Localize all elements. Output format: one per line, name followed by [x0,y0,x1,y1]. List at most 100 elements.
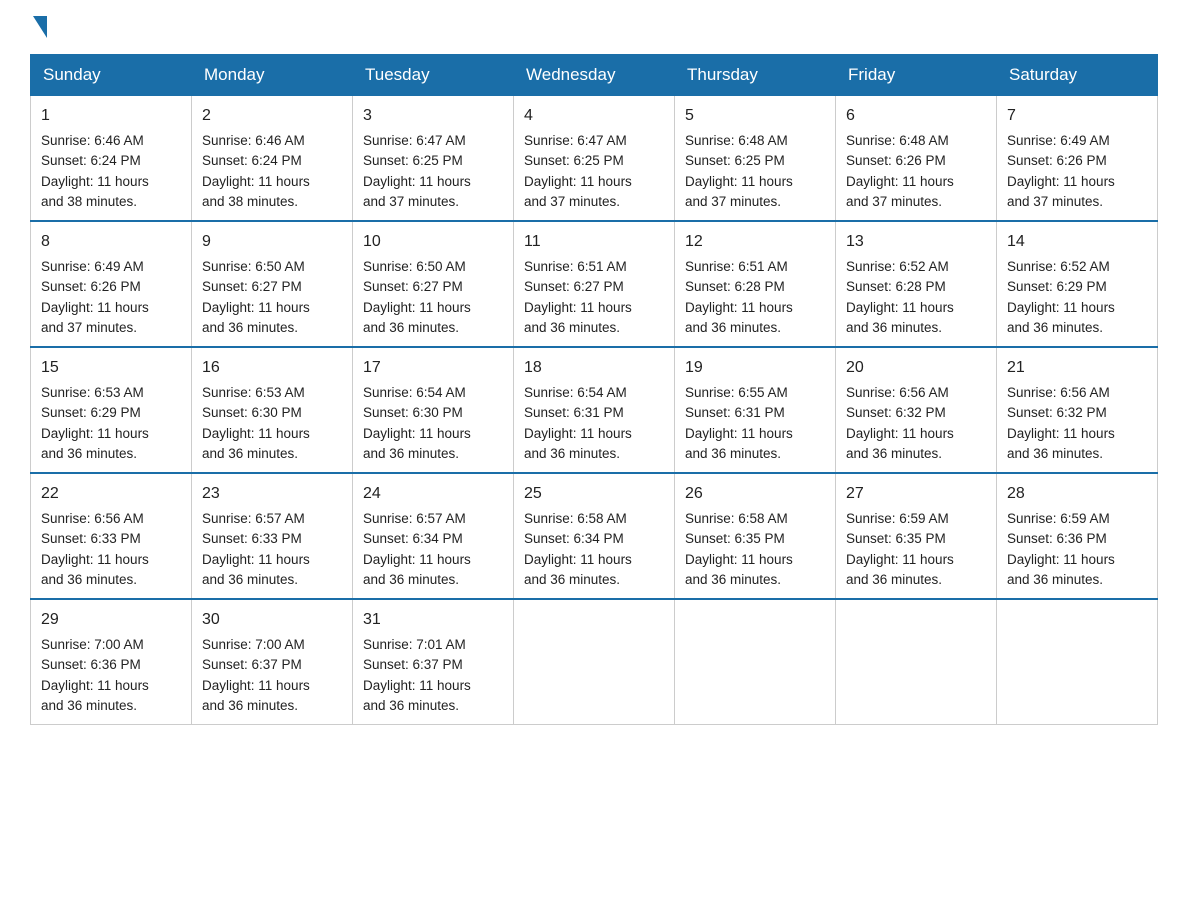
daylight-label: Daylight: 11 hours [202,426,310,441]
daylight-continuation: and 36 minutes. [41,446,137,461]
page-header [30,20,1158,34]
calendar-cell: 26 Sunrise: 6:58 AM Sunset: 6:35 PM Dayl… [675,473,836,599]
calendar-cell: 24 Sunrise: 6:57 AM Sunset: 6:34 PM Dayl… [353,473,514,599]
sunset-label: Sunset: 6:27 PM [202,279,302,294]
sunset-label: Sunset: 6:32 PM [1007,405,1107,420]
daylight-continuation: and 36 minutes. [202,572,298,587]
day-number: 14 [1007,230,1147,254]
sunset-label: Sunset: 6:25 PM [363,153,463,168]
daylight-label: Daylight: 11 hours [524,552,632,567]
daylight-continuation: and 37 minutes. [41,320,137,335]
sunrise-label: Sunrise: 6:53 AM [202,385,305,400]
sunset-label: Sunset: 6:27 PM [524,279,624,294]
daylight-label: Daylight: 11 hours [846,426,954,441]
daylight-continuation: and 36 minutes. [202,446,298,461]
sunset-label: Sunset: 6:26 PM [846,153,946,168]
sunrise-label: Sunrise: 6:50 AM [363,259,466,274]
daylight-label: Daylight: 11 hours [41,426,149,441]
day-number: 12 [685,230,825,254]
sunrise-label: Sunrise: 7:01 AM [363,637,466,652]
logo-triangle-icon [33,16,47,38]
daylight-continuation: and 36 minutes. [202,320,298,335]
day-number: 16 [202,356,342,380]
day-number: 29 [41,608,181,632]
calendar-cell: 30 Sunrise: 7:00 AM Sunset: 6:37 PM Dayl… [192,599,353,725]
daylight-label: Daylight: 11 hours [524,174,632,189]
sunset-label: Sunset: 6:35 PM [685,531,785,546]
daylight-label: Daylight: 11 hours [363,300,471,315]
calendar-table: SundayMondayTuesdayWednesdayThursdayFrid… [30,54,1158,725]
calendar-cell: 9 Sunrise: 6:50 AM Sunset: 6:27 PM Dayli… [192,221,353,347]
daylight-label: Daylight: 11 hours [202,678,310,693]
daylight-continuation: and 36 minutes. [1007,446,1103,461]
calendar-day-header: Sunday [31,55,192,96]
calendar-cell: 27 Sunrise: 6:59 AM Sunset: 6:35 PM Dayl… [836,473,997,599]
sunset-label: Sunset: 6:26 PM [41,279,141,294]
sunset-label: Sunset: 6:36 PM [41,657,141,672]
calendar-day-header: Thursday [675,55,836,96]
daylight-label: Daylight: 11 hours [202,300,310,315]
sunrise-label: Sunrise: 6:51 AM [524,259,627,274]
daylight-continuation: and 37 minutes. [846,194,942,209]
daylight-continuation: and 36 minutes. [846,320,942,335]
sunset-label: Sunset: 6:34 PM [363,531,463,546]
day-number: 8 [41,230,181,254]
daylight-label: Daylight: 11 hours [363,426,471,441]
sunset-label: Sunset: 6:26 PM [1007,153,1107,168]
daylight-continuation: and 36 minutes. [685,320,781,335]
sunrise-label: Sunrise: 6:59 AM [1007,511,1110,526]
day-number: 3 [363,104,503,128]
daylight-continuation: and 36 minutes. [846,446,942,461]
calendar-cell: 29 Sunrise: 7:00 AM Sunset: 6:36 PM Dayl… [31,599,192,725]
sunset-label: Sunset: 6:34 PM [524,531,624,546]
day-number: 10 [363,230,503,254]
sunrise-label: Sunrise: 7:00 AM [41,637,144,652]
calendar-day-header: Wednesday [514,55,675,96]
day-number: 2 [202,104,342,128]
daylight-continuation: and 36 minutes. [1007,320,1103,335]
daylight-label: Daylight: 11 hours [41,300,149,315]
sunrise-label: Sunrise: 6:56 AM [846,385,949,400]
calendar-cell: 7 Sunrise: 6:49 AM Sunset: 6:26 PM Dayli… [997,96,1158,222]
logo [30,20,47,34]
day-number: 1 [41,104,181,128]
daylight-continuation: and 36 minutes. [524,572,620,587]
calendar-day-header: Tuesday [353,55,514,96]
calendar-cell: 17 Sunrise: 6:54 AM Sunset: 6:30 PM Dayl… [353,347,514,473]
sunset-label: Sunset: 6:25 PM [524,153,624,168]
daylight-label: Daylight: 11 hours [524,426,632,441]
daylight-label: Daylight: 11 hours [41,552,149,567]
sunset-label: Sunset: 6:31 PM [685,405,785,420]
calendar-cell [514,599,675,725]
daylight-label: Daylight: 11 hours [41,678,149,693]
sunrise-label: Sunrise: 6:53 AM [41,385,144,400]
sunrise-label: Sunrise: 6:56 AM [41,511,144,526]
sunset-label: Sunset: 6:33 PM [202,531,302,546]
daylight-label: Daylight: 11 hours [524,300,632,315]
sunset-label: Sunset: 6:29 PM [1007,279,1107,294]
sunset-label: Sunset: 6:29 PM [41,405,141,420]
calendar-cell: 18 Sunrise: 6:54 AM Sunset: 6:31 PM Dayl… [514,347,675,473]
calendar-cell [675,599,836,725]
day-number: 26 [685,482,825,506]
daylight-label: Daylight: 11 hours [846,174,954,189]
sunrise-label: Sunrise: 6:55 AM [685,385,788,400]
daylight-continuation: and 36 minutes. [524,446,620,461]
daylight-continuation: and 36 minutes. [685,446,781,461]
sunrise-label: Sunrise: 7:00 AM [202,637,305,652]
sunrise-label: Sunrise: 6:57 AM [202,511,305,526]
calendar-cell [836,599,997,725]
calendar-cell: 10 Sunrise: 6:50 AM Sunset: 6:27 PM Dayl… [353,221,514,347]
daylight-label: Daylight: 11 hours [363,678,471,693]
calendar-day-header: Monday [192,55,353,96]
daylight-continuation: and 36 minutes. [524,320,620,335]
calendar-week-row: 22 Sunrise: 6:56 AM Sunset: 6:33 PM Dayl… [31,473,1158,599]
day-number: 25 [524,482,664,506]
sunrise-label: Sunrise: 6:52 AM [846,259,949,274]
calendar-header-row: SundayMondayTuesdayWednesdayThursdayFrid… [31,55,1158,96]
day-number: 19 [685,356,825,380]
daylight-continuation: and 36 minutes. [1007,572,1103,587]
calendar-cell: 14 Sunrise: 6:52 AM Sunset: 6:29 PM Dayl… [997,221,1158,347]
daylight-continuation: and 36 minutes. [846,572,942,587]
sunset-label: Sunset: 6:35 PM [846,531,946,546]
